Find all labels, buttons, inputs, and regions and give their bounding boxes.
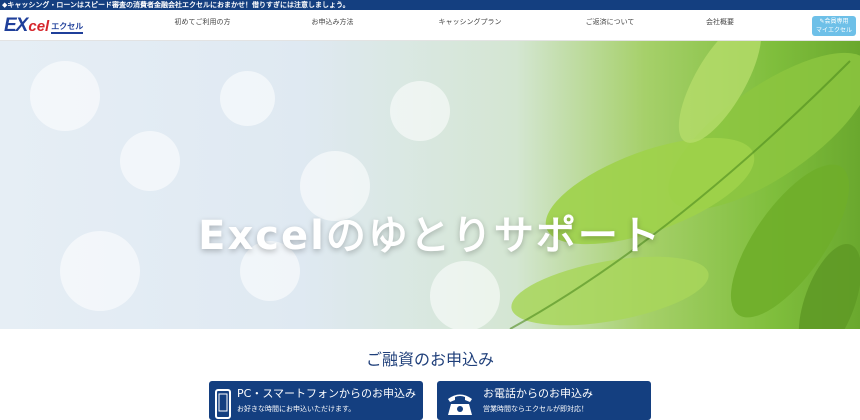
logo-kana: エクセル: [51, 22, 84, 34]
mypage-line1: 会員専用: [824, 18, 849, 25]
smartphone-icon: [215, 389, 231, 419]
bokeh-light: [30, 61, 100, 131]
nav-item-repayment[interactable]: ご返済について: [565, 10, 655, 34]
section-title: ご融資のお申込み: [365, 350, 494, 369]
announcement-bar: ◆キャッシング・ローンはスピード審査の消費者金融会社エクセルにおまかせ！借りすぎ…: [0, 0, 860, 10]
online-application-subtitle: お好きな時間にお申込いただけます。: [237, 405, 356, 413]
site-logo[interactable]: EX cel エクセル: [4, 14, 84, 36]
announcement-text: ◆キャッシング・ローンはスピード審査の消費者金融会社エクセルにおまかせ！借りすぎ…: [2, 1, 350, 9]
bokeh-light: [120, 131, 180, 191]
bokeh-light: [220, 71, 275, 126]
header-nav: EX cel エクセル 初めてご利用の方 お申込み方法 キャッシングプラン ご返…: [0, 10, 860, 41]
phone-application-card[interactable]: お電話からのお申込み 営業時間ならエクセルが即対応！: [437, 381, 651, 420]
green-leaves-image: [509, 41, 860, 329]
online-application-card[interactable]: PC・スマートフォンからのお申込み お好きな時間にお申込いただけます。: [209, 381, 423, 420]
logo-ex: EX: [4, 15, 28, 36]
nav-item-company[interactable]: 会社概要: [690, 10, 750, 34]
nav-item-first-time[interactable]: 初めてご利用の方: [150, 10, 255, 34]
mypage-line2: マイエクセル: [816, 27, 852, 34]
phone-application-title: お電話からのお申込み: [483, 387, 593, 400]
online-application-title: PC・スマートフォンからのお申込み: [237, 387, 416, 400]
hero-banner: Excelのゆとりサポート: [0, 41, 860, 329]
mypage-button[interactable]: ✎会員専用 マイエクセル: [812, 16, 856, 36]
hero-title: Excelのゆとりサポート: [198, 213, 662, 259]
nav-item-cashing-plan[interactable]: キャッシングプラン: [420, 10, 520, 34]
logo-cel: cel: [28, 18, 50, 35]
bokeh-light: [390, 81, 450, 141]
phone-application-subtitle: 営業時間ならエクセルが即対応！: [483, 405, 588, 413]
nav-item-application-method[interactable]: お申込み方法: [290, 10, 375, 34]
telephone-icon: [448, 394, 472, 415]
